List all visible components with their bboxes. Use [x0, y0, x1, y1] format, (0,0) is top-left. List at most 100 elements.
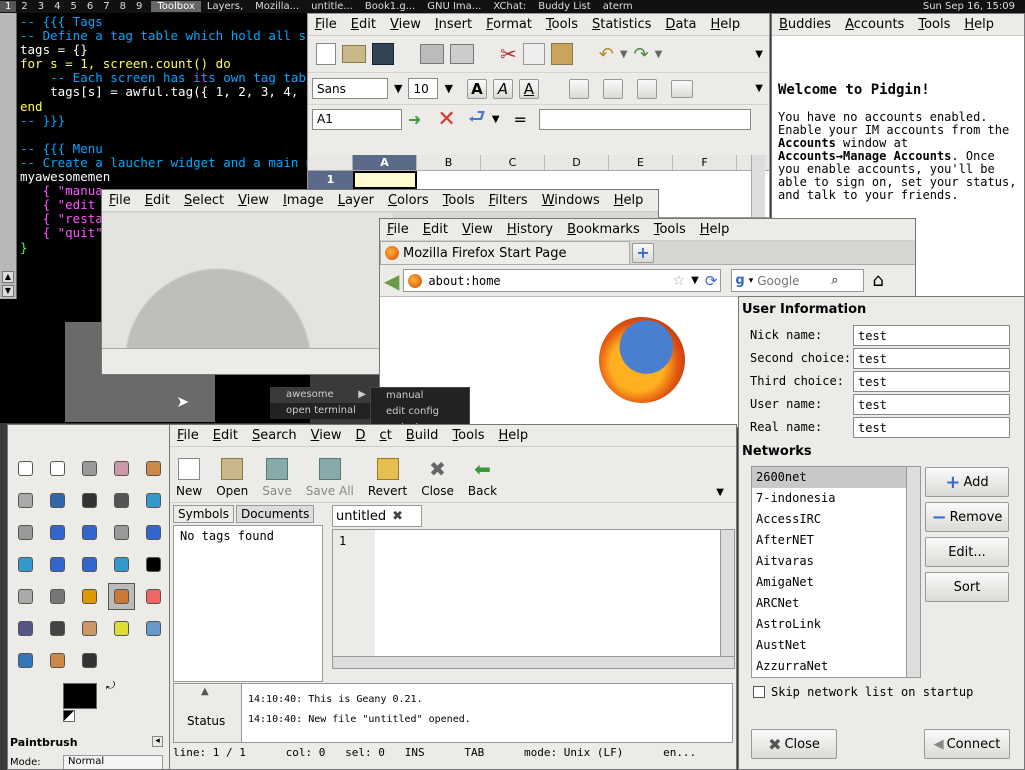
menu-format[interactable]: Format	[479, 17, 539, 32]
swap-colors-icon[interactable]: ⤾	[106, 679, 115, 693]
network-item[interactable]: 7-indonesia	[752, 488, 906, 509]
eraser-icon[interactable]	[140, 583, 167, 610]
menu-file[interactable]: File	[102, 193, 138, 208]
remove-network-button[interactable]: − Remove	[925, 502, 1009, 532]
corner-cell[interactable]	[308, 155, 353, 170]
open-folder-icon[interactable]	[342, 45, 366, 63]
network-item[interactable]: ARCNet	[752, 593, 906, 614]
toolbar-save-button[interactable]: Save	[262, 458, 292, 498]
search-input[interactable]	[757, 273, 828, 288]
menu-d[interactable]: D	[349, 428, 373, 443]
column-header-e[interactable]: E	[609, 155, 673, 170]
paintbrush-icon[interactable]	[108, 583, 135, 610]
print-icon[interactable]	[420, 44, 444, 64]
menu-file[interactable]: File	[308, 17, 344, 32]
search-icon[interactable]: ⌕	[831, 273, 838, 288]
home-icon[interactable]: ⌂	[872, 270, 883, 291]
reload-icon[interactable]: ⟳	[705, 272, 718, 290]
column-header-d[interactable]: D	[545, 155, 609, 170]
google-icon[interactable]: g	[735, 273, 744, 288]
menu-history[interactable]: History	[500, 222, 560, 237]
rotate-icon[interactable]	[140, 519, 167, 546]
menu-insert[interactable]: Insert	[428, 17, 479, 32]
task-item[interactable]: untitle...	[305, 1, 359, 12]
accept-icon[interactable]: ⮐	[468, 102, 486, 136]
submenu-item-edit-config[interactable]: edit config	[371, 404, 469, 420]
mode-select[interactable]: Normal	[63, 755, 163, 769]
dodge-burn-icon[interactable]	[76, 647, 103, 674]
menu-edit[interactable]: Edit	[344, 17, 383, 32]
menu-edit[interactable]: Edit	[416, 222, 455, 237]
menu-data[interactable]: Data	[658, 17, 703, 32]
menu-statistics[interactable]: Statistics	[585, 17, 658, 32]
underline-icon[interactable]: A	[518, 78, 539, 99]
menu-buddies[interactable]: Buddies	[772, 17, 838, 32]
close-tab-icon[interactable]: ✖	[392, 509, 403, 524]
menu-view[interactable]: View	[231, 193, 276, 208]
menu-ct[interactable]: ct	[373, 428, 399, 443]
menu-help[interactable]: Help	[693, 222, 737, 237]
menu-file[interactable]: File	[380, 222, 416, 237]
perspective-icon[interactable]	[76, 551, 103, 578]
toolbar-back-button[interactable]: ⬅ Back	[468, 457, 497, 498]
task-item[interactable]: GNU Ima...	[421, 1, 487, 12]
menu-select[interactable]: Select	[177, 193, 231, 208]
editor-area[interactable]: 1	[332, 529, 735, 669]
zoom-icon[interactable]	[140, 487, 167, 514]
move-icon[interactable]	[44, 519, 71, 546]
menu-layer[interactable]: Layer	[331, 193, 381, 208]
font-size-field[interactable]	[408, 78, 439, 99]
field-input[interactable]	[853, 348, 1010, 369]
menu-view[interactable]: View	[304, 428, 349, 443]
cut-icon[interactable]: ✂	[500, 42, 517, 66]
network-list-scrollbar[interactable]	[906, 467, 920, 677]
color-picker-icon[interactable]	[108, 487, 135, 514]
network-item[interactable]: AfterNET	[752, 530, 906, 551]
bold-icon[interactable]: A	[466, 78, 487, 99]
heal-icon[interactable]	[108, 615, 135, 642]
menu-item-awesome[interactable]: awesome ▶	[270, 387, 370, 403]
row-header[interactable]: 1	[308, 171, 353, 189]
formula-dropdown-icon[interactable]: ▼	[492, 114, 500, 125]
menu-build[interactable]: Build	[399, 428, 446, 443]
network-item[interactable]: AstroLink	[752, 614, 906, 635]
url-dropdown-icon[interactable]: ▼	[691, 275, 699, 286]
menu-view[interactable]: View	[455, 222, 500, 237]
redo-dropdown-icon[interactable]: ▼	[655, 49, 663, 60]
crop-icon[interactable]	[108, 519, 135, 546]
workspace-8[interactable]: 8	[115, 1, 131, 12]
menu-help[interactable]: Help	[957, 17, 1001, 32]
toolbar-close-button[interactable]: ✖ Close	[421, 457, 454, 498]
color-select-icon[interactable]	[140, 455, 167, 482]
column-header-c[interactable]: C	[481, 155, 545, 170]
menu-item-open-terminal[interactable]: open terminal	[270, 403, 370, 419]
network-item[interactable]: Aitvaras	[752, 551, 906, 572]
task-item[interactable]: Buddy List	[532, 1, 596, 12]
terminal-scrollbar[interactable]: ▲ ▼	[0, 13, 17, 299]
shear-icon[interactable]	[44, 551, 71, 578]
skip-network-list-option[interactable]: Skip network list on startup	[753, 685, 973, 699]
site-identity-icon[interactable]	[408, 273, 423, 288]
save-icon[interactable]	[372, 43, 394, 65]
paths-icon[interactable]	[76, 487, 103, 514]
tab-documents[interactable]: Documents	[235, 505, 315, 523]
firefox-tab[interactable]: Mozilla Firefox Start Page	[380, 241, 630, 264]
scissors-icon[interactable]	[12, 487, 39, 514]
cell-a1[interactable]	[353, 171, 417, 189]
font-name-field[interactable]	[312, 78, 388, 99]
editor-vscroll[interactable]	[720, 530, 734, 658]
italic-icon[interactable]: A	[492, 78, 513, 99]
merge-cells-icon[interactable]	[670, 79, 693, 98]
go-arrow-icon[interactable]: ➜	[408, 110, 421, 129]
new-doc-icon[interactable]	[316, 43, 336, 65]
column-header-f[interactable]: F	[673, 155, 737, 170]
menu-help[interactable]: Help	[491, 428, 535, 443]
status-tab[interactable]: Status	[187, 714, 225, 728]
network-item[interactable]: AzzurraNet	[752, 656, 906, 677]
smudge-icon[interactable]	[44, 647, 71, 674]
size-dropdown-icon[interactable]: ▼	[444, 82, 452, 95]
menu-filters[interactable]: Filters	[482, 193, 535, 208]
column-header-b[interactable]: B	[417, 155, 481, 170]
undo-dropdown-icon[interactable]: ▼	[620, 49, 628, 60]
name-box[interactable]	[312, 108, 402, 130]
